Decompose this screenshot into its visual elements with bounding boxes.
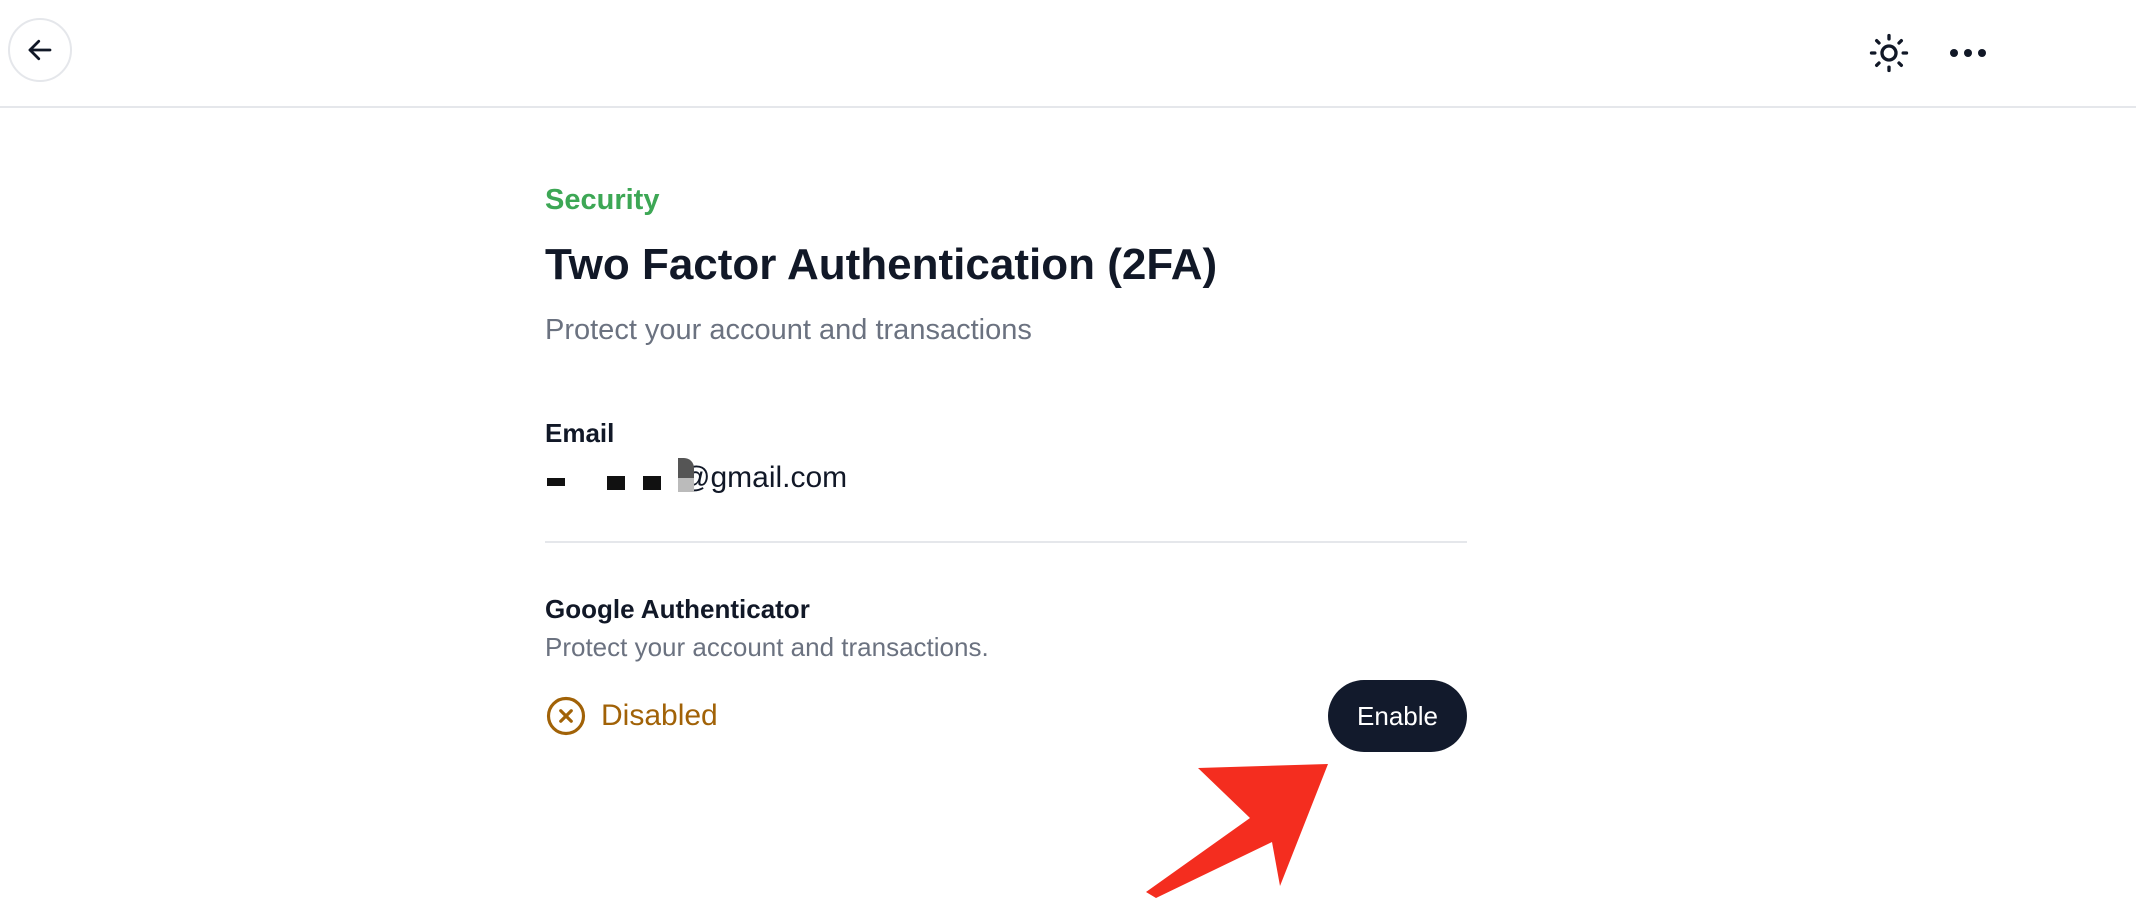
red-arrow-annotation: [1146, 764, 1328, 898]
section-label: Security: [545, 184, 660, 216]
more-options-button[interactable]: [1944, 30, 1992, 76]
email-label: Email: [545, 418, 615, 448]
divider: [545, 541, 1467, 543]
email-value: @gmail.com: [545, 458, 847, 498]
authenticator-description: Protect your account and transactions.: [545, 632, 989, 662]
email-domain: @gmail.com: [680, 461, 848, 494]
authenticator-status: Disabled: [545, 694, 718, 738]
status-text: Disabled: [601, 699, 718, 732]
page-title: Two Factor Authentication (2FA): [545, 240, 1218, 289]
authenticator-title: Google Authenticator: [545, 594, 810, 624]
theme-toggle-button[interactable]: [1866, 30, 1912, 76]
arrow-left-icon: [28, 39, 52, 61]
x-circle-icon: [545, 695, 587, 737]
more-horizontal-icon: [1950, 49, 1986, 57]
enable-2fa-button[interactable]: Enable: [1328, 680, 1467, 752]
page-subtitle: Protect your account and transactions: [545, 314, 1032, 346]
redacted-email-prefix: [545, 458, 694, 498]
back-button[interactable]: [8, 18, 72, 82]
top-bar: [0, 0, 2136, 108]
sun-icon: [1869, 33, 1909, 73]
